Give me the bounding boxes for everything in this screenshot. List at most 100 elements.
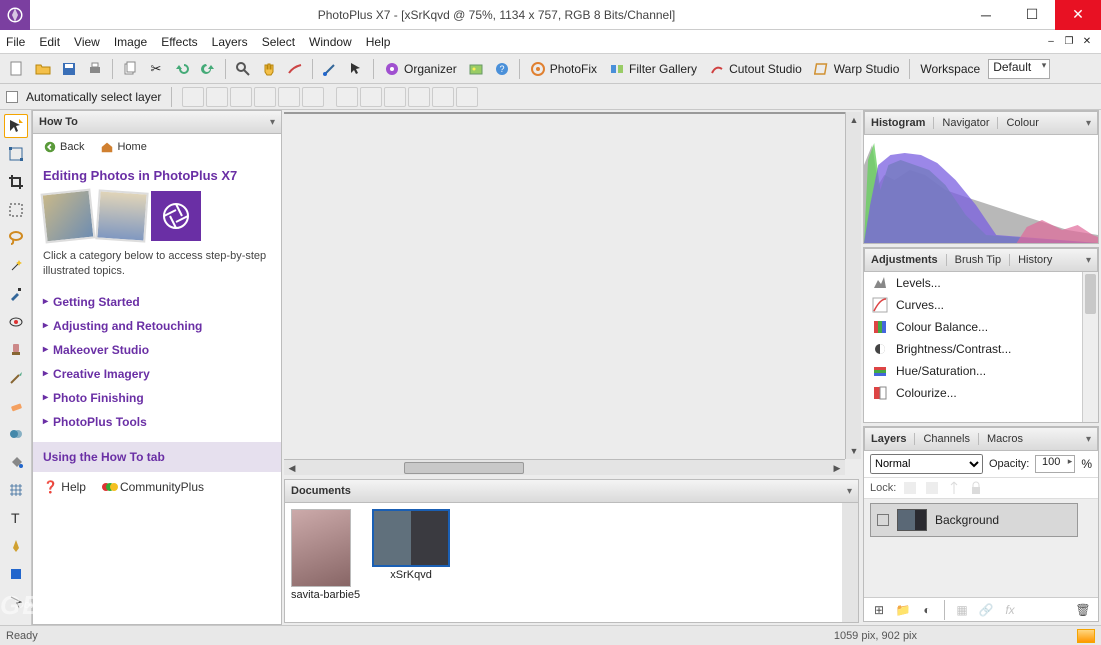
scroll-left-icon[interactable]: ◀	[284, 460, 300, 476]
histogram-tab[interactable]: Histogram	[871, 117, 925, 129]
documents-tab[interactable]: Documents	[291, 485, 351, 497]
adj-levels[interactable]: Levels...▶	[864, 272, 1098, 294]
gallery-icon[interactable]	[465, 58, 487, 80]
close-button[interactable]: ✕	[1055, 0, 1101, 30]
distribute-6-button[interactable]	[456, 87, 478, 107]
channels-tab[interactable]: Channels	[914, 433, 969, 445]
document-thumb-2[interactable]: xSrKqvd	[372, 509, 450, 616]
deform-tool[interactable]	[4, 142, 28, 166]
move-tool[interactable]	[4, 114, 28, 138]
selection-tool[interactable]	[4, 198, 28, 222]
text-tool[interactable]: T	[4, 506, 28, 530]
warp-tool[interactable]	[4, 478, 28, 502]
new-group-icon[interactable]: 📁	[894, 601, 912, 619]
panel-menu-icon[interactable]: ▾	[270, 117, 275, 128]
home-button[interactable]: Home	[100, 140, 146, 154]
menu-effects[interactable]: Effects	[161, 35, 197, 49]
filter-gallery-button[interactable]: Filter Gallery	[605, 61, 701, 77]
zoom-icon[interactable]	[232, 58, 254, 80]
menu-edit[interactable]: Edit	[39, 35, 60, 49]
howto-tab[interactable]: How To	[39, 116, 78, 128]
align-top-button[interactable]	[254, 87, 276, 107]
menu-help[interactable]: Help	[366, 35, 391, 49]
workspace-select[interactable]: Default	[988, 59, 1050, 79]
organizer-button[interactable]: Organizer	[380, 61, 461, 77]
layers-tab[interactable]: Layers	[871, 433, 906, 445]
photofix-button[interactable]: PhotoFix	[526, 61, 601, 77]
scroll-up-icon[interactable]: ▲	[846, 112, 862, 128]
pointer-icon[interactable]	[345, 58, 367, 80]
adj-colour-balance[interactable]: Colour Balance...▶	[864, 316, 1098, 338]
layer-background[interactable]: Background	[870, 503, 1078, 537]
delete-layer-icon[interactable]: 🗑	[1074, 601, 1092, 619]
align-center-h-button[interactable]	[206, 87, 228, 107]
colour-tab[interactable]: Colour	[997, 117, 1038, 129]
retouch-tool[interactable]	[4, 422, 28, 446]
lock-move-icon[interactable]	[946, 480, 962, 496]
distribute-3-button[interactable]	[384, 87, 406, 107]
node-tool[interactable]	[4, 590, 28, 614]
warp-studio-button[interactable]: Warp Studio	[810, 61, 904, 77]
howto-footer-link[interactable]: Using the How To tab	[33, 442, 281, 472]
howto-cat-adjusting[interactable]: Adjusting and Retouching	[43, 314, 271, 338]
macros-tab[interactable]: Macros	[978, 433, 1023, 445]
align-right-button[interactable]	[230, 87, 252, 107]
panel-menu-icon[interactable]: ▾	[847, 486, 852, 497]
mask-icon[interactable]: ▦	[953, 601, 971, 619]
communityplus-link[interactable]: CommunityPlus	[102, 480, 204, 494]
blend-mode-select[interactable]: Normal	[870, 454, 983, 474]
documents-vscrollbar[interactable]	[842, 503, 858, 622]
mdi-restore-button[interactable]: ❐	[1061, 34, 1077, 50]
canvas-vscrollbar[interactable]: ▲ ▼	[845, 112, 861, 459]
menu-image[interactable]: Image	[114, 35, 147, 49]
layer-visibility-icon[interactable]	[877, 514, 889, 526]
clone-tool[interactable]	[4, 338, 28, 362]
distribute-4-button[interactable]	[408, 87, 430, 107]
help-icon[interactable]: ?	[491, 58, 513, 80]
shape-tool[interactable]	[4, 562, 28, 586]
howto-cat-makeover[interactable]: Makeover Studio	[43, 338, 271, 362]
picker-tool[interactable]	[4, 282, 28, 306]
howto-cat-finishing[interactable]: Photo Finishing	[43, 386, 271, 410]
scroll-down-icon[interactable]: ▼	[846, 443, 862, 459]
menu-layers[interactable]: Layers	[212, 35, 248, 49]
lock-pixels-icon[interactable]	[902, 480, 918, 496]
scroll-right-icon[interactable]: ▶	[829, 460, 845, 476]
lock-position-icon[interactable]	[924, 480, 940, 496]
adj-hue-saturation[interactable]: Hue/Saturation...▶	[864, 360, 1098, 382]
distribute-h-button[interactable]	[336, 87, 358, 107]
adj-curves[interactable]: Curves...▶	[864, 294, 1098, 316]
document-thumb-1[interactable]: savita-barbie5	[291, 509, 360, 616]
lasso-tool[interactable]	[4, 226, 28, 250]
navigator-tab[interactable]: Navigator	[933, 117, 989, 129]
cut-icon[interactable]: ✂	[145, 58, 167, 80]
back-button[interactable]: Back	[43, 140, 84, 154]
copy-icon[interactable]	[119, 58, 141, 80]
hscroll-thumb[interactable]	[404, 462, 524, 474]
adj-colourize[interactable]: Colourize...▶	[864, 382, 1098, 404]
help-link[interactable]: ❓ Help	[43, 480, 86, 494]
canvas-hscrollbar[interactable]: ◀ ▶	[284, 459, 845, 475]
minimize-button[interactable]: ─	[963, 0, 1009, 30]
new-icon[interactable]	[6, 58, 28, 80]
menu-select[interactable]: Select	[262, 35, 295, 49]
cutout-studio-button[interactable]: Cutout Studio	[705, 61, 806, 77]
paintbrush-icon[interactable]	[319, 58, 341, 80]
panel-menu-icon[interactable]: ▾	[1086, 255, 1091, 266]
print-icon[interactable]	[84, 58, 106, 80]
open-icon[interactable]	[32, 58, 54, 80]
adjustment-layer-icon[interactable]: ◐	[918, 601, 936, 619]
panel-menu-icon[interactable]: ▾	[1086, 434, 1091, 445]
align-bottom-button[interactable]	[302, 87, 324, 107]
canvas[interactable]	[284, 112, 845, 114]
wand-tool[interactable]	[4, 254, 28, 278]
lock-all-icon[interactable]	[968, 480, 984, 496]
menu-window[interactable]: Window	[309, 35, 352, 49]
adj-brightness-contrast[interactable]: Brightness/Contrast...▶	[864, 338, 1098, 360]
distribute-v-button[interactable]	[360, 87, 382, 107]
align-center-v-button[interactable]	[278, 87, 300, 107]
distribute-5-button[interactable]	[432, 87, 454, 107]
pen-tool[interactable]	[4, 534, 28, 558]
brush-tip-tab[interactable]: Brush Tip	[946, 254, 1001, 266]
link-icon[interactable]: 🔗	[977, 601, 995, 619]
